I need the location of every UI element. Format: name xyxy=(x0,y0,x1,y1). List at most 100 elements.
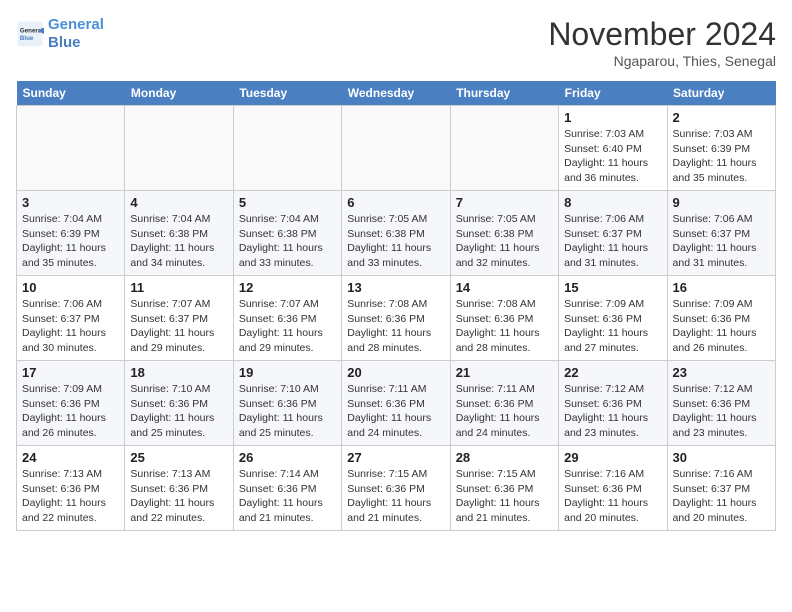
calendar-cell: 20 Sunrise: 7:11 AM Sunset: 6:36 PM Dayli… xyxy=(342,361,450,446)
calendar-cell: 28Sunrise: 7:15 AM Sunset: 6:36 PM Dayli… xyxy=(450,446,558,531)
day-number: 9 xyxy=(673,195,770,210)
day-info: Sunrise: 7:05 AM Sunset: 6:38 PM Dayligh… xyxy=(456,212,553,271)
day-number: 18 xyxy=(130,365,227,380)
day-info: Sunrise: 7:06 AM Sunset: 6:37 PM Dayligh… xyxy=(564,212,661,271)
calendar-cell: 26Sunrise: 7:14 AM Sunset: 6:36 PM Dayli… xyxy=(233,446,341,531)
logo-icon: General Blue xyxy=(16,20,44,48)
location: Ngaparou, Thies, Senegal xyxy=(548,53,776,69)
day-info: Sunrise: 7:04 AM Sunset: 6:39 PM Dayligh… xyxy=(22,212,119,271)
calendar-week-2: 3 Sunrise: 7:04 AM Sunset: 6:39 PM Daylig… xyxy=(17,191,776,276)
day-header-wednesday: Wednesday xyxy=(342,81,450,106)
day-number: 16 xyxy=(673,280,770,295)
day-number: 3 xyxy=(22,195,119,210)
calendar-cell: 22 Sunrise: 7:12 AM Sunset: 6:36 PM Dayli… xyxy=(559,361,667,446)
day-number: 23 xyxy=(673,365,770,380)
day-info: Sunrise: 7:09 AM Sunset: 6:36 PM Dayligh… xyxy=(22,382,119,441)
day-info: Sunrise: 7:11 AM Sunset: 6:36 PM Dayligh… xyxy=(347,382,444,441)
day-info: Sunrise: 7:11 AM Sunset: 6:36 PM Dayligh… xyxy=(456,382,553,441)
day-number: 25 xyxy=(130,450,227,465)
day-info: Sunrise: 7:16 AM Sunset: 6:36 PM Dayligh… xyxy=(564,467,661,526)
day-info: Sunrise: 7:09 AM Sunset: 6:36 PM Dayligh… xyxy=(673,297,770,356)
day-info: Sunrise: 7:16 AM Sunset: 6:37 PM Dayligh… xyxy=(673,467,770,526)
calendar-week-1: 1 Sunrise: 7:03 AM Sunset: 6:40 PM Daylig… xyxy=(17,106,776,191)
day-info: Sunrise: 7:08 AM Sunset: 6:36 PM Dayligh… xyxy=(347,297,444,356)
calendar-cell xyxy=(17,106,125,191)
calendar-cell: 18Sunrise: 7:10 AM Sunset: 6:36 PM Dayli… xyxy=(125,361,233,446)
calendar-cell: 2Sunrise: 7:03 AM Sunset: 6:39 PM Daylig… xyxy=(667,106,775,191)
logo-text: GeneralBlue xyxy=(48,16,104,52)
day-info: Sunrise: 7:13 AM Sunset: 6:36 PM Dayligh… xyxy=(22,467,119,526)
calendar-week-5: 24 Sunrise: 7:13 AM Sunset: 6:36 PM Dayli… xyxy=(17,446,776,531)
calendar-cell: 5Sunrise: 7:04 AM Sunset: 6:38 PM Daylig… xyxy=(233,191,341,276)
calendar-cell: 13 Sunrise: 7:08 AM Sunset: 6:36 PM Dayli… xyxy=(342,276,450,361)
day-number: 2 xyxy=(673,110,770,125)
day-header-monday: Monday xyxy=(125,81,233,106)
day-header-friday: Friday xyxy=(559,81,667,106)
day-info: Sunrise: 7:03 AM Sunset: 6:40 PM Dayligh… xyxy=(564,127,661,186)
day-number: 20 xyxy=(347,365,444,380)
day-number: 7 xyxy=(456,195,553,210)
calendar-cell: 15Sunrise: 7:09 AM Sunset: 6:36 PM Dayli… xyxy=(559,276,667,361)
calendar-cell: 7 Sunrise: 7:05 AM Sunset: 6:38 PM Daylig… xyxy=(450,191,558,276)
logo: General Blue GeneralBlue xyxy=(16,16,104,52)
day-number: 19 xyxy=(239,365,336,380)
day-info: Sunrise: 7:12 AM Sunset: 6:36 PM Dayligh… xyxy=(564,382,661,441)
day-info: Sunrise: 7:12 AM Sunset: 6:36 PM Dayligh… xyxy=(673,382,770,441)
calendar-cell: 30 Sunrise: 7:16 AM Sunset: 6:37 PM Dayli… xyxy=(667,446,775,531)
calendar-table: SundayMondayTuesdayWednesdayThursdayFrid… xyxy=(16,81,776,531)
calendar-header-row: SundayMondayTuesdayWednesdayThursdayFrid… xyxy=(17,81,776,106)
day-info: Sunrise: 7:06 AM Sunset: 6:37 PM Dayligh… xyxy=(673,212,770,271)
day-number: 15 xyxy=(564,280,661,295)
calendar-cell: 19 Sunrise: 7:10 AM Sunset: 6:36 PM Dayli… xyxy=(233,361,341,446)
day-header-saturday: Saturday xyxy=(667,81,775,106)
calendar-cell xyxy=(233,106,341,191)
calendar-cell: 29Sunrise: 7:16 AM Sunset: 6:36 PM Dayli… xyxy=(559,446,667,531)
day-info: Sunrise: 7:15 AM Sunset: 6:36 PM Dayligh… xyxy=(347,467,444,526)
day-number: 1 xyxy=(564,110,661,125)
day-number: 6 xyxy=(347,195,444,210)
calendar-cell: 4 Sunrise: 7:04 AM Sunset: 6:38 PM Daylig… xyxy=(125,191,233,276)
day-number: 22 xyxy=(564,365,661,380)
calendar-cell: 21 Sunrise: 7:11 AM Sunset: 6:36 PM Dayli… xyxy=(450,361,558,446)
day-number: 13 xyxy=(347,280,444,295)
day-info: Sunrise: 7:07 AM Sunset: 6:36 PM Dayligh… xyxy=(239,297,336,356)
day-header-sunday: Sunday xyxy=(17,81,125,106)
day-info: Sunrise: 7:08 AM Sunset: 6:36 PM Dayligh… xyxy=(456,297,553,356)
day-number: 24 xyxy=(22,450,119,465)
day-number: 30 xyxy=(673,450,770,465)
day-info: Sunrise: 7:06 AM Sunset: 6:37 PM Dayligh… xyxy=(22,297,119,356)
day-number: 4 xyxy=(130,195,227,210)
calendar-cell: 6 Sunrise: 7:05 AM Sunset: 6:38 PM Daylig… xyxy=(342,191,450,276)
calendar-cell: 17 Sunrise: 7:09 AM Sunset: 6:36 PM Dayli… xyxy=(17,361,125,446)
day-number: 26 xyxy=(239,450,336,465)
calendar-cell: 23 Sunrise: 7:12 AM Sunset: 6:36 PM Dayli… xyxy=(667,361,775,446)
day-number: 17 xyxy=(22,365,119,380)
calendar-cell: 1 Sunrise: 7:03 AM Sunset: 6:40 PM Daylig… xyxy=(559,106,667,191)
day-info: Sunrise: 7:04 AM Sunset: 6:38 PM Dayligh… xyxy=(130,212,227,271)
day-header-thursday: Thursday xyxy=(450,81,558,106)
day-info: Sunrise: 7:13 AM Sunset: 6:36 PM Dayligh… xyxy=(130,467,227,526)
calendar-cell: 10Sunrise: 7:06 AM Sunset: 6:37 PM Dayli… xyxy=(17,276,125,361)
calendar-cell xyxy=(342,106,450,191)
calendar-cell xyxy=(125,106,233,191)
calendar-cell: 8 Sunrise: 7:06 AM Sunset: 6:37 PM Daylig… xyxy=(559,191,667,276)
calendar-cell: 27Sunrise: 7:15 AM Sunset: 6:36 PM Dayli… xyxy=(342,446,450,531)
day-info: Sunrise: 7:05 AM Sunset: 6:38 PM Dayligh… xyxy=(347,212,444,271)
svg-text:Blue: Blue xyxy=(20,35,34,42)
day-number: 21 xyxy=(456,365,553,380)
month-title: November 2024 xyxy=(548,16,776,53)
calendar-cell: 16 Sunrise: 7:09 AM Sunset: 6:36 PM Dayli… xyxy=(667,276,775,361)
calendar-cell: 3 Sunrise: 7:04 AM Sunset: 6:39 PM Daylig… xyxy=(17,191,125,276)
day-number: 14 xyxy=(456,280,553,295)
day-number: 11 xyxy=(130,280,227,295)
day-info: Sunrise: 7:07 AM Sunset: 6:37 PM Dayligh… xyxy=(130,297,227,356)
day-number: 8 xyxy=(564,195,661,210)
calendar-cell: 14 Sunrise: 7:08 AM Sunset: 6:36 PM Dayli… xyxy=(450,276,558,361)
calendar-cell: 9 Sunrise: 7:06 AM Sunset: 6:37 PM Daylig… xyxy=(667,191,775,276)
calendar-week-4: 17 Sunrise: 7:09 AM Sunset: 6:36 PM Dayli… xyxy=(17,361,776,446)
day-header-tuesday: Tuesday xyxy=(233,81,341,106)
calendar-week-3: 10Sunrise: 7:06 AM Sunset: 6:37 PM Dayli… xyxy=(17,276,776,361)
title-block: November 2024 Ngaparou, Thies, Senegal xyxy=(548,16,776,69)
day-info: Sunrise: 7:10 AM Sunset: 6:36 PM Dayligh… xyxy=(239,382,336,441)
calendar-cell xyxy=(450,106,558,191)
